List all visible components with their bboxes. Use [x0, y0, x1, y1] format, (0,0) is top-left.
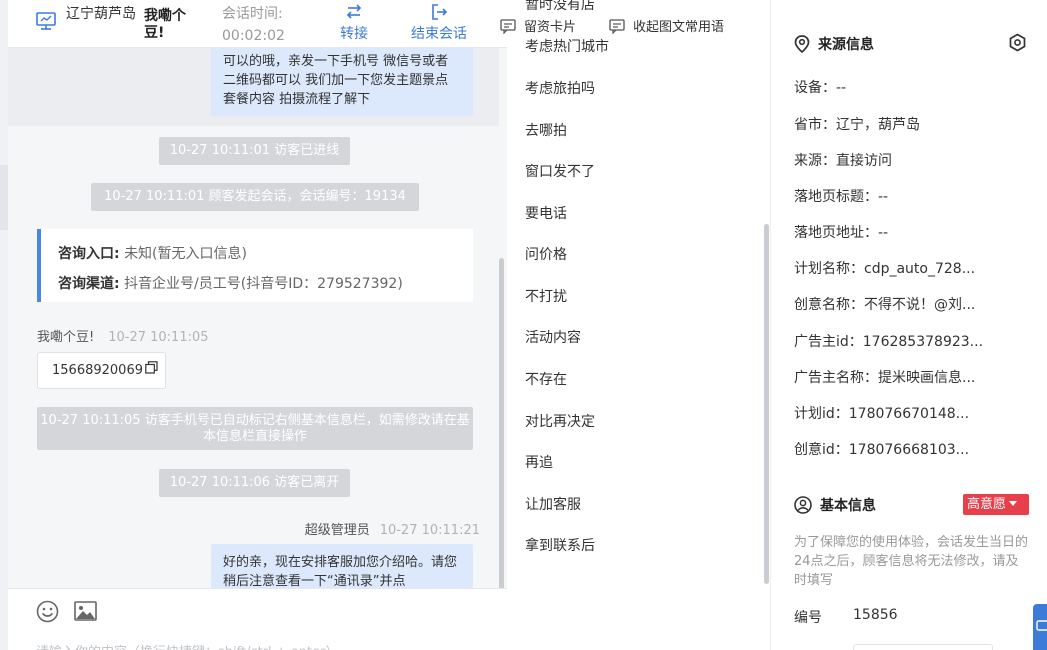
next-field-input[interactable]	[853, 644, 993, 650]
entry-row: 咨询入口: 未知(暂无入口信息)	[58, 239, 473, 269]
copy-icon[interactable]	[145, 353, 158, 388]
collapse-phrases-label: 收起图文常用语	[633, 20, 725, 35]
system-message: 10-27 10:11:06 访客已离开	[159, 469, 350, 497]
consult-info-card: 咨询入口: 未知(暂无入口信息) 咨询渠道: 抖音企业号/员工号(抖音号ID：2…	[37, 229, 473, 302]
creative-id-row: 创意id：178076668103...	[794, 442, 970, 458]
left-panel-edge	[0, 165, 8, 230]
chat-scrollbar[interactable]	[499, 258, 504, 588]
device-row: 设备：--	[794, 80, 847, 96]
chat-panel: 辽宁葫芦岛 我嘞个豆! 会话时间: 00:02:02 转接 结束会话 可以的哦，…	[8, 0, 507, 650]
transfer-label: 转接	[340, 26, 368, 42]
chat-toolbar: 请输入你的内容（换行快捷键：shift/ctrl + enter）	[8, 588, 507, 650]
quick-phrase-list: 暂时没有店 考虑热门城市 考虑旅拍吗 去哪拍 窗口发不了 要电话 问价格 不打扰…	[507, 0, 770, 650]
chat-bubble-icon	[1036, 620, 1047, 631]
message-time: 10-27 10:11:05	[108, 330, 209, 345]
phrase-item[interactable]: 活动内容	[525, 327, 581, 347]
basic-info-heading: 基本信息	[794, 495, 876, 515]
phrase-item[interactable]: 暂时没有店	[525, 0, 595, 14]
advertiser-id-row: 广告主id：176285378923...	[794, 334, 984, 350]
phrase-item[interactable]: 窗口发不了	[525, 161, 595, 181]
session-time-label: 会话时间:	[222, 6, 283, 22]
phrase-item[interactable]: 考虑热门城市	[525, 36, 609, 56]
phrase-scrollbar[interactable]	[764, 224, 769, 584]
channel-label: 咨询渠道:	[58, 276, 120, 292]
plan-name-row: 计划名称：cdp_auto_728...	[794, 261, 976, 277]
intent-tag-label: 高意愿	[967, 497, 1007, 512]
landing-url-row: 落地页地址：--	[794, 225, 889, 241]
visitor-message: 15668920069	[37, 352, 166, 389]
card-icon	[500, 19, 516, 35]
phrase-item[interactable]: 不存在	[525, 369, 567, 389]
source-row: 来源：直接访问	[794, 153, 892, 169]
phrase-item[interactable]: 去哪拍	[525, 120, 567, 140]
sender-name: 超级管理员	[304, 523, 370, 538]
customer-info-panel: 来源信息 设备：-- 省市：辽宁，葫芦岛 来源：直接访问 落地页标题：-- 落地…	[770, 0, 1047, 650]
logout-icon	[406, 2, 472, 24]
visitor-name: 我嘞个豆!	[144, 8, 186, 41]
phrase-item[interactable]: 要电话	[525, 203, 567, 223]
advertiser-name-row: 广告主名称：提米映画信息...	[794, 370, 976, 386]
landing-title-row: 落地页标题：--	[794, 189, 889, 205]
phrase-item[interactable]: 拿到联系后	[525, 535, 595, 555]
message-input[interactable]: 请输入你的内容（换行快捷键：shift/ctrl + enter）	[36, 641, 339, 650]
end-session-label: 结束会话	[411, 26, 467, 42]
phrase-item[interactable]: 不打扰	[525, 286, 567, 306]
transfer-icon	[332, 2, 376, 24]
creative-name-row: 创意名称：不得不说！@刘...	[794, 297, 976, 313]
settings-icon[interactable]	[1008, 33, 1027, 56]
basic-info-title: 基本信息	[820, 498, 876, 514]
chat-header: 辽宁葫芦岛 我嘞个豆! 会话时间: 00:02:02 转接 结束会话	[8, 0, 507, 48]
caret-down-icon	[1009, 501, 1018, 506]
message-time: 10-27 10:11:21	[379, 523, 480, 538]
collapse-phrases-button[interactable]: 收起图文常用语	[609, 16, 724, 35]
floating-help-button[interactable]	[1033, 604, 1047, 650]
user-circle-icon	[794, 496, 812, 514]
agent-message: 可以的哦，亲发一下手机号 微信号或者二维码都可以 我们加一下您发主题景点 套餐内…	[211, 48, 473, 116]
emoji-icon[interactable]	[36, 600, 59, 627]
lead-card-label: 留资卡片	[524, 20, 577, 35]
phrase-item[interactable]: 对比再决定	[525, 411, 595, 431]
id-value: 15856	[853, 607, 898, 623]
comment-icon	[609, 19, 625, 35]
monitor-icon	[36, 12, 56, 34]
sender-name: 我嘞个豆!	[37, 330, 95, 345]
plan-id-row: 计划id：178076670148...	[794, 406, 970, 422]
transfer-button[interactable]: 转接	[332, 2, 376, 44]
location-pin-icon	[794, 35, 810, 54]
source-info-title: 来源信息	[818, 37, 874, 53]
channel-value: 抖音企业号/员工号(抖音号ID：279527392)	[124, 276, 403, 292]
phrase-item[interactable]: 再追	[525, 452, 553, 472]
session-duration: 00:02:02	[222, 28, 285, 44]
id-label: 编号	[794, 610, 822, 626]
phone-number: 15668920069	[52, 363, 143, 378]
end-session-button[interactable]: 结束会话	[406, 2, 472, 44]
province-city-row: 省市：辽宁，葫芦岛	[794, 117, 920, 133]
channel-row: 咨询渠道: 抖音企业号/员工号(抖音号ID：279527392)	[58, 269, 473, 299]
intent-tag-dropdown[interactable]: 高意愿	[963, 494, 1029, 515]
system-message: 10-27 10:11:05 访客手机号已自动标记右侧基本信息栏，如需修改请在基…	[37, 407, 473, 450]
system-message: 10-27 10:11:01 顾客发起会话，会话编号：19134	[91, 183, 419, 211]
system-message: 10-27 10:11:01 访客已进线	[159, 137, 350, 165]
source-info-heading: 来源信息	[794, 34, 874, 54]
image-icon[interactable]	[74, 601, 97, 625]
message-list[interactable]: 可以的哦，亲发一下手机号 微信号或者二维码都可以 我们加一下您发主题景点 套餐内…	[8, 48, 507, 588]
visitor-message-meta: 我嘞个豆! 10-27 10:11:05	[37, 326, 209, 345]
lead-card-button[interactable]: 留资卡片	[500, 16, 576, 35]
visitor-location: 辽宁葫芦岛	[66, 6, 136, 22]
agent-message-meta: 超级管理员 10-27 10:11:21	[305, 519, 480, 538]
edit-notice: 为了保障您的使用体验，会话发生当日的24点之后，顾客信息将无法修改，请及时填写	[794, 535, 1029, 588]
phrase-item[interactable]: 让加客服	[525, 494, 581, 514]
agent-message: 好的亲，现在安排客服加您介绍哈。请您稍后注意查看一下“通讯录”并点	[211, 544, 473, 588]
phrase-item[interactable]: 问价格	[525, 244, 567, 264]
entry-label: 咨询入口:	[58, 246, 120, 262]
entry-value: 未知(暂无入口信息)	[124, 246, 247, 262]
phrase-item[interactable]: 考虑旅拍吗	[525, 78, 595, 98]
